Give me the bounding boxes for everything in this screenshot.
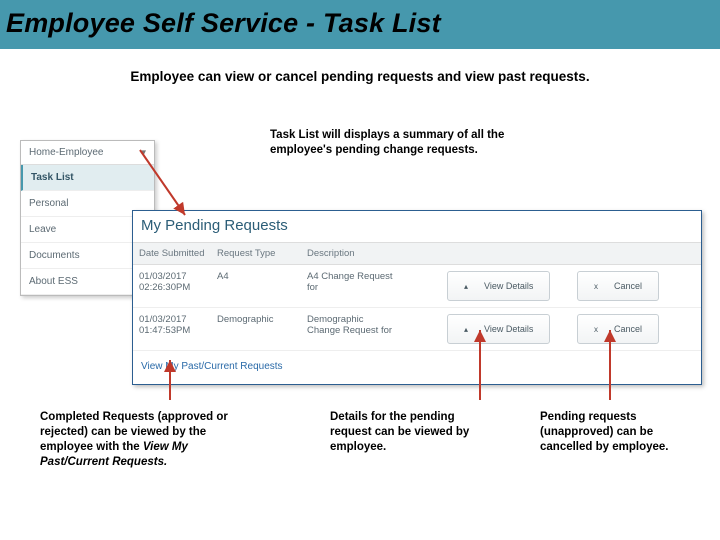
x-icon: x (588, 276, 604, 297)
description-tasklist: Task List will displays a summary of all… (270, 128, 510, 158)
cell-desc: A4 Change Request for (301, 265, 441, 307)
table-row: 01/03/2017 02:26:30PM A4 A4 Change Reque… (133, 265, 701, 308)
cell-action: ▴ View Details (441, 265, 571, 307)
button-label: View Details (478, 318, 539, 340)
col-empty (571, 243, 701, 264)
cancel-button[interactable]: x Cancel (577, 271, 659, 301)
cell-desc: Demographic Change Request for (301, 308, 441, 350)
x-icon: x (588, 319, 604, 340)
sidebar-item-label: Documents (29, 250, 80, 261)
cancel-button[interactable]: x Cancel (577, 314, 659, 344)
view-details-button[interactable]: ▴ View Details (447, 314, 550, 344)
pending-requests-panel: My Pending Requests Date Submitted Reque… (132, 210, 702, 385)
page-title: Employee Self Service - Task List (6, 8, 714, 39)
date-line: 01/03/2017 (139, 271, 205, 282)
intro-text: Employee can view or cancel pending requ… (0, 69, 720, 84)
desc-line: for (307, 282, 435, 293)
sidebar-item-label: About ESS (29, 276, 78, 287)
cell-date: 01/03/2017 02:26:30PM (133, 265, 211, 307)
panel-title: My Pending Requests (133, 211, 701, 242)
cell-type: Demographic (211, 308, 301, 350)
table-row: 01/03/2017 01:47:53PM Demographic Demogr… (133, 308, 701, 351)
callout-text: Completed Requests (approved or rejected… (40, 411, 228, 453)
desc-line: Demographic (307, 314, 435, 325)
button-label: View Details (478, 275, 539, 297)
table-header: Date Submitted Request Type Description (133, 242, 701, 265)
sidebar-item-label: Personal (29, 198, 68, 209)
time-line: 02:26:30PM (139, 282, 205, 293)
button-label: Cancel (608, 275, 648, 297)
cell-action: ▴ View Details (441, 308, 571, 350)
cell-date: 01/03/2017 01:47:53PM (133, 308, 211, 350)
callout-cancel: Pending requests (unapproved) can be can… (540, 410, 700, 455)
cell-action: x Cancel (571, 308, 701, 350)
cell-type: A4 (211, 265, 301, 307)
time-line: 01:47:53PM (139, 325, 205, 336)
cell-action: x Cancel (571, 265, 701, 307)
callout-details: Details for the pending request can be v… (330, 410, 490, 455)
col-desc: Description (301, 243, 441, 264)
desc-line: Change Request for (307, 325, 435, 336)
col-type: Request Type (211, 243, 301, 264)
sidebar-item-label: Leave (29, 224, 56, 235)
title-banner: Employee Self Service - Task List (0, 0, 720, 49)
sidebar-item-label: Task List (31, 172, 74, 183)
sidebar-item-tasklist[interactable]: Task List (21, 165, 154, 191)
chevron-down-icon: ▾ (141, 147, 146, 158)
desc-line: A4 Change Request (307, 271, 435, 282)
sidebar-header-label: Home-Employee (29, 147, 103, 158)
col-date: Date Submitted (133, 243, 211, 264)
caret-up-icon: ▴ (458, 276, 474, 297)
col-empty (441, 243, 571, 264)
button-label: Cancel (608, 318, 648, 340)
caret-up-icon: ▴ (458, 319, 474, 340)
past-requests-link[interactable]: View My Past/Current Requests (133, 351, 701, 384)
view-details-button[interactable]: ▴ View Details (447, 271, 550, 301)
date-line: 01/03/2017 (139, 314, 205, 325)
callout-completed: Completed Requests (approved or rejected… (40, 410, 240, 470)
sidebar-header[interactable]: Home-Employee ▾ (21, 141, 154, 165)
